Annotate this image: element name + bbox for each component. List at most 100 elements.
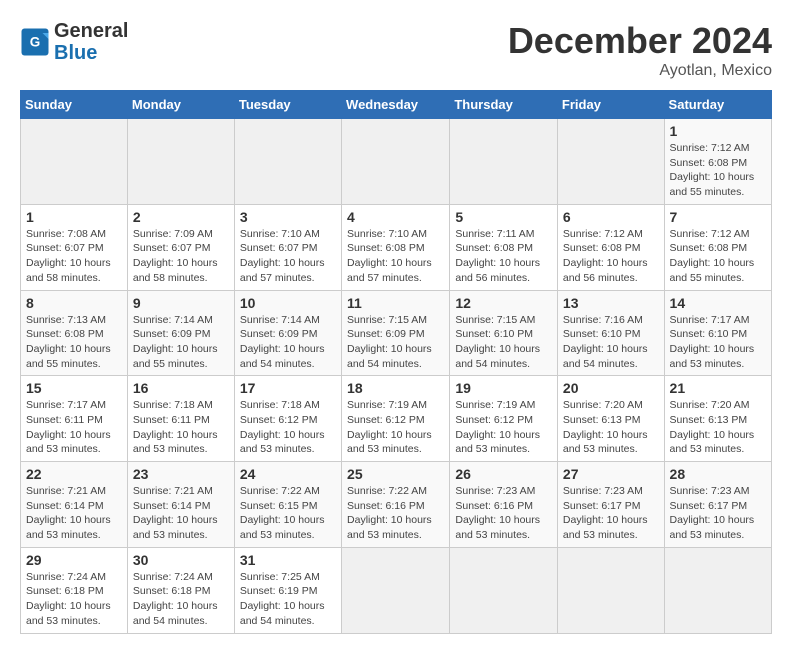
cell-info: Sunrise: 7:19 AMSunset: 6:12 PMDaylight:… xyxy=(347,398,444,457)
weekday-header-monday: Monday xyxy=(127,91,234,119)
cell-info: Sunrise: 7:11 AMSunset: 6:08 PMDaylight:… xyxy=(455,227,552,286)
cell-info: Sunrise: 7:15 AMSunset: 6:09 PMDaylight:… xyxy=(347,313,444,372)
calendar-cell xyxy=(450,547,558,633)
calendar-cell: 9 Sunrise: 7:14 AMSunset: 6:09 PMDaylight… xyxy=(127,290,234,376)
calendar-title: December 2024 xyxy=(508,20,772,62)
title-block: December 2024 Ayotlan, Mexico xyxy=(508,20,772,80)
cell-day-number: 21 xyxy=(670,380,766,396)
calendar-subtitle: Ayotlan, Mexico xyxy=(508,62,772,80)
cell-info: Sunrise: 7:14 AMSunset: 6:09 PMDaylight:… xyxy=(240,313,336,372)
calendar-week-6: 29 Sunrise: 7:24 AMSunset: 6:18 PMDayligh… xyxy=(21,547,772,633)
calendar-cell xyxy=(21,119,128,205)
cell-info: Sunrise: 7:08 AMSunset: 6:07 PMDaylight:… xyxy=(26,227,122,286)
calendar-cell: 7Sunrise: 7:12 AMSunset: 6:08 PMDaylight… xyxy=(664,204,771,290)
weekday-header-wednesday: Wednesday xyxy=(342,91,450,119)
calendar-cell xyxy=(450,119,558,205)
cell-info: Sunrise: 7:16 AMSunset: 6:10 PMDaylight:… xyxy=(563,313,659,372)
cell-day-number: 23 xyxy=(133,466,229,482)
calendar-cell: 17 Sunrise: 7:18 AMSunset: 6:12 PMDayligh… xyxy=(234,376,341,462)
cell-day-number: 14 xyxy=(670,295,766,311)
cell-day-number: 24 xyxy=(240,466,336,482)
calendar-cell: 1 Sunrise: 7:08 AMSunset: 6:07 PMDaylight… xyxy=(21,204,128,290)
cell-info: Sunrise: 7:17 AMSunset: 6:10 PMDaylight:… xyxy=(670,313,766,372)
calendar-cell: 14 Sunrise: 7:17 AMSunset: 6:10 PMDayligh… xyxy=(664,290,771,376)
calendar-cell xyxy=(342,119,450,205)
cell-day-number: 30 xyxy=(133,552,229,568)
cell-info: Sunrise: 7:23 AMSunset: 6:16 PMDaylight:… xyxy=(455,484,552,543)
cell-day-number: 19 xyxy=(455,380,552,396)
cell-info: Sunrise: 7:22 AMSunset: 6:15 PMDaylight:… xyxy=(240,484,336,543)
cell-day-number: 16 xyxy=(133,380,229,396)
cell-info: Sunrise: 7:14 AMSunset: 6:09 PMDaylight:… xyxy=(133,313,229,372)
cell-day-number: 9 xyxy=(133,295,229,311)
cell-day-number: 2 xyxy=(133,209,229,225)
weekday-header-friday: Friday xyxy=(557,91,664,119)
cell-day-number: 15 xyxy=(26,380,122,396)
cell-info: Sunrise: 7:20 AMSunset: 6:13 PMDaylight:… xyxy=(670,398,766,457)
calendar-cell: 25Sunrise: 7:22 AMSunset: 6:16 PMDayligh… xyxy=(342,462,450,548)
calendar-cell: 12Sunrise: 7:15 AMSunset: 6:10 PMDayligh… xyxy=(450,290,558,376)
calendar-week-3: 8Sunrise: 7:13 AMSunset: 6:08 PMDaylight… xyxy=(21,290,772,376)
cell-day-number: 22 xyxy=(26,466,122,482)
calendar-cell: 22 Sunrise: 7:21 AMSunset: 6:14 PMDayligh… xyxy=(21,462,128,548)
calendar-week-2: 1 Sunrise: 7:08 AMSunset: 6:07 PMDaylight… xyxy=(21,204,772,290)
cell-day-number: 1 xyxy=(26,209,122,225)
cell-day-number: 1 xyxy=(670,123,766,139)
cell-info: Sunrise: 7:13 AMSunset: 6:08 PMDaylight:… xyxy=(26,313,122,372)
calendar-cell: 30 Sunrise: 7:24 AMSunset: 6:18 PMDayligh… xyxy=(127,547,234,633)
calendar-cell xyxy=(557,119,664,205)
cell-day-number: 17 xyxy=(240,380,336,396)
cell-info: Sunrise: 7:09 AMSunset: 6:07 PMDaylight:… xyxy=(133,227,229,286)
cell-day-number: 11 xyxy=(347,295,444,311)
cell-day-number: 5 xyxy=(455,209,552,225)
weekday-header-saturday: Saturday xyxy=(664,91,771,119)
cell-info: Sunrise: 7:24 AMSunset: 6:18 PMDaylight:… xyxy=(26,570,122,629)
cell-day-number: 29 xyxy=(26,552,122,568)
calendar-cell: 1Sunrise: 7:12 AMSunset: 6:08 PMDaylight… xyxy=(664,119,771,205)
calendar-cell xyxy=(664,547,771,633)
cell-info: Sunrise: 7:21 AMSunset: 6:14 PMDaylight:… xyxy=(26,484,122,543)
cell-info: Sunrise: 7:23 AMSunset: 6:17 PMDaylight:… xyxy=(563,484,659,543)
cell-info: Sunrise: 7:18 AMSunset: 6:12 PMDaylight:… xyxy=(240,398,336,457)
calendar-cell: 10 Sunrise: 7:14 AMSunset: 6:09 PMDayligh… xyxy=(234,290,341,376)
calendar-cell: 29 Sunrise: 7:24 AMSunset: 6:18 PMDayligh… xyxy=(21,547,128,633)
weekday-header-row: SundayMondayTuesdayWednesdayThursdayFrid… xyxy=(21,91,772,119)
cell-day-number: 18 xyxy=(347,380,444,396)
calendar-body: 1 Sunrise: 7:12 AMSunset: 6:08 PMDaylight… xyxy=(21,119,772,634)
calendar-cell: 26 Sunrise: 7:23 AMSunset: 6:16 PMDayligh… xyxy=(450,462,558,548)
cell-info: Sunrise: 7:24 AMSunset: 6:18 PMDaylight:… xyxy=(133,570,229,629)
calendar-cell: 2 Sunrise: 7:09 AMSunset: 6:07 PMDaylight… xyxy=(127,204,234,290)
logo-icon: G xyxy=(20,27,50,57)
calendar-cell: 5 Sunrise: 7:11 AMSunset: 6:08 PMDaylight… xyxy=(450,204,558,290)
calendar-cell xyxy=(342,547,450,633)
calendar-cell: 13 Sunrise: 7:16 AMSunset: 6:10 PMDayligh… xyxy=(557,290,664,376)
calendar-cell: 19Sunrise: 7:19 AMSunset: 6:12 PMDayligh… xyxy=(450,376,558,462)
calendar-cell: 16 Sunrise: 7:18 AMSunset: 6:11 PMDayligh… xyxy=(127,376,234,462)
logo: G General Blue xyxy=(20,20,128,64)
calendar-cell: 11 Sunrise: 7:15 AMSunset: 6:09 PMDayligh… xyxy=(342,290,450,376)
weekday-header-tuesday: Tuesday xyxy=(234,91,341,119)
cell-info: Sunrise: 7:18 AMSunset: 6:11 PMDaylight:… xyxy=(133,398,229,457)
cell-info: Sunrise: 7:10 AMSunset: 6:07 PMDaylight:… xyxy=(240,227,336,286)
cell-info: Sunrise: 7:21 AMSunset: 6:14 PMDaylight:… xyxy=(133,484,229,543)
calendar-cell: 3Sunrise: 7:10 AMSunset: 6:07 PMDaylight… xyxy=(234,204,341,290)
calendar-week-5: 22 Sunrise: 7:21 AMSunset: 6:14 PMDayligh… xyxy=(21,462,772,548)
cell-day-number: 26 xyxy=(455,466,552,482)
calendar-cell xyxy=(557,547,664,633)
cell-info: Sunrise: 7:20 AMSunset: 6:13 PMDaylight:… xyxy=(563,398,659,457)
logo-text-line1: General xyxy=(54,20,128,42)
cell-day-number: 20 xyxy=(563,380,659,396)
calendar-cell: 8Sunrise: 7:13 AMSunset: 6:08 PMDaylight… xyxy=(21,290,128,376)
cell-info: Sunrise: 7:12 AMSunset: 6:08 PMDaylight:… xyxy=(563,227,659,286)
cell-day-number: 13 xyxy=(563,295,659,311)
cell-info: Sunrise: 7:25 AMSunset: 6:19 PMDaylight:… xyxy=(240,570,336,629)
calendar-cell xyxy=(127,119,234,205)
calendar-cell: 15Sunrise: 7:17 AMSunset: 6:11 PMDayligh… xyxy=(21,376,128,462)
cell-day-number: 25 xyxy=(347,466,444,482)
svg-text:G: G xyxy=(30,35,41,50)
cell-day-number: 7 xyxy=(670,209,766,225)
cell-day-number: 28 xyxy=(670,466,766,482)
cell-day-number: 10 xyxy=(240,295,336,311)
weekday-header-thursday: Thursday xyxy=(450,91,558,119)
cell-day-number: 6 xyxy=(563,209,659,225)
